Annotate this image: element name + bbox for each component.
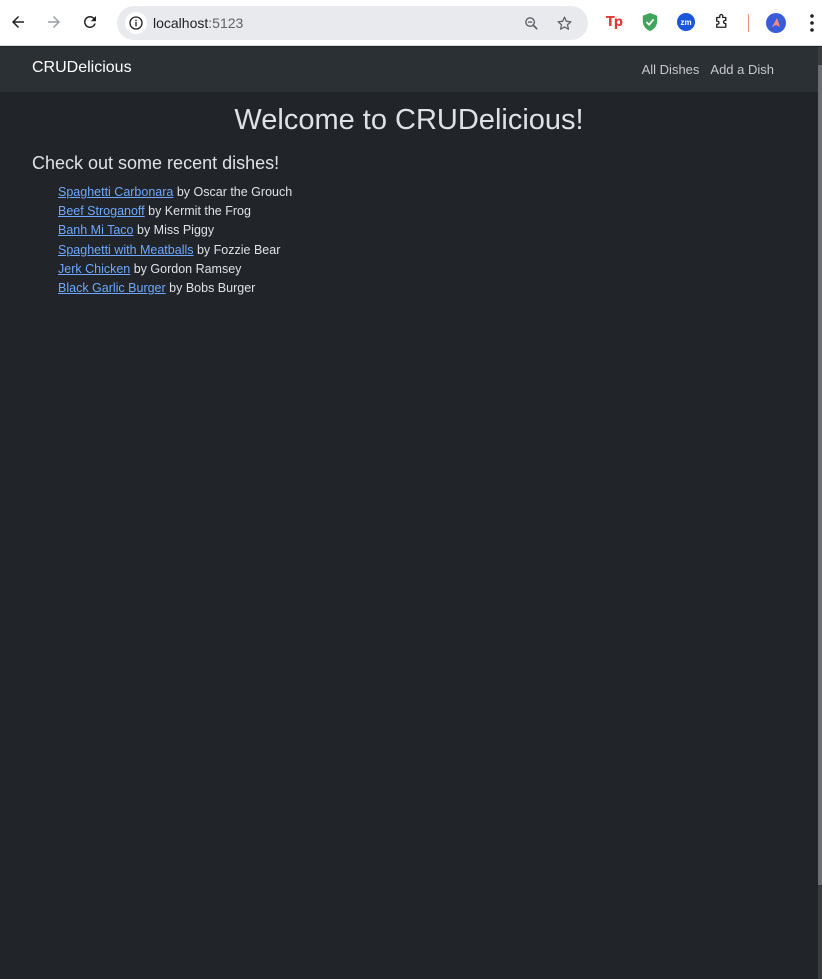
url-text[interactable]: localhost:5123	[153, 6, 243, 40]
puzzle-icon[interactable]	[711, 11, 733, 33]
dish-link[interactable]: Black Garlic Burger	[58, 281, 166, 295]
address-bar[interactable]: localhost:5123	[117, 6, 588, 40]
star-icon[interactable]	[554, 13, 574, 33]
nav-link-add-dish[interactable]: Add a Dish	[710, 62, 774, 77]
back-arrow-icon[interactable]	[4, 8, 32, 36]
dish-chef: by Kermit the Frog	[148, 204, 251, 219]
dish-chef: by Gordon Ramsey	[133, 261, 242, 276]
list-item: Black Garlic Burger by Bobs Burger	[58, 279, 292, 298]
info-icon[interactable]	[125, 12, 147, 34]
dish-link[interactable]: Banh Mi Taco	[58, 223, 134, 237]
dish-chef: by Oscar the Grouch	[176, 185, 293, 199]
recent-dishes-heading: Check out some recent dishes!	[32, 153, 280, 173]
zm-extension-icon[interactable]: zm	[677, 13, 695, 31]
dish-chef: by Fozzie Bear	[196, 242, 281, 257]
list-item: Beef Stroganoff by Kermit the Frog	[58, 202, 292, 221]
scrollbar-thumb[interactable]	[818, 65, 822, 885]
list-item: Spaghetti with Meatballs by Fozzie Bear	[58, 241, 292, 260]
brand-logo[interactable]: CRUDelicious	[32, 47, 132, 89]
scrollbar[interactable]	[818, 47, 822, 979]
shield-extension-icon[interactable]	[639, 11, 661, 33]
app-navbar: CRUDelicious All Dishes Add a Dish	[0, 47, 818, 92]
dish-link[interactable]: Beef Stroganoff	[58, 204, 145, 218]
url-host: localhost	[153, 15, 209, 31]
dish-list: Spaghetti Carbonara by Oscar the Grouch …	[58, 183, 292, 298]
reload-icon[interactable]	[76, 8, 104, 36]
browser-toolbar: localhost:5123 Tp zm	[0, 0, 822, 46]
page-title: Welcome to CRUDelicious!	[234, 104, 584, 136]
main-content: Welcome to CRUDelicious! Check out some …	[0, 92, 818, 979]
dish-link[interactable]: Spaghetti Carbonara	[58, 185, 173, 199]
tp-extension-icon[interactable]: Tp	[603, 11, 625, 33]
nav-links: All Dishes Add a Dish	[631, 47, 774, 91]
zoom-icon[interactable]	[521, 13, 541, 33]
toolbar-divider	[748, 14, 749, 32]
dish-link[interactable]: Spaghetti with Meatballs	[58, 243, 194, 257]
dish-chef: by Bobs Burger	[169, 280, 256, 295]
forward-arrow-icon[interactable]	[40, 8, 68, 36]
dish-chef: by Miss Piggy	[137, 223, 215, 238]
list-item: Spaghetti Carbonara by Oscar the Grouch	[58, 183, 292, 202]
profile-icon[interactable]	[766, 13, 786, 33]
list-item: Jerk Chicken by Gordon Ramsey	[58, 260, 292, 279]
kebab-menu-icon[interactable]	[807, 12, 817, 34]
nav-link-all-dishes[interactable]: All Dishes	[642, 62, 700, 77]
dish-link[interactable]: Jerk Chicken	[58, 262, 130, 276]
url-port: :5123	[208, 15, 244, 31]
list-item: Banh Mi Taco by Miss Piggy	[58, 221, 292, 240]
